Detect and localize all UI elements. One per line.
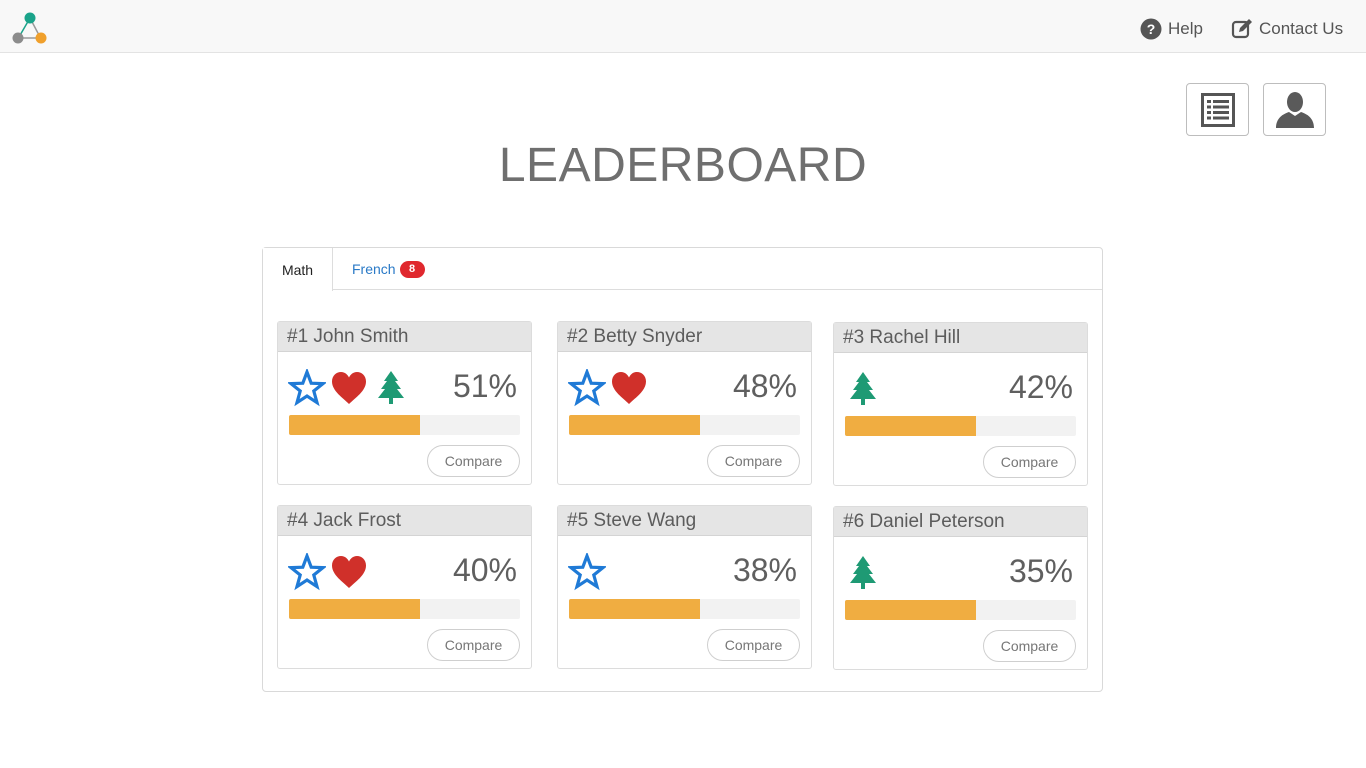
help-label: Help xyxy=(1168,19,1203,38)
user-profile-button[interactable] xyxy=(1263,83,1326,136)
compare-button[interactable]: Compare xyxy=(427,445,520,477)
progress-bar xyxy=(569,599,800,619)
tree-icon xyxy=(378,371,404,404)
notification-badge: 8 xyxy=(399,260,425,278)
star-icon xyxy=(288,553,326,591)
heart-icon xyxy=(332,556,366,588)
score-percent: 35% xyxy=(1008,553,1073,589)
player-card: #4 Jack Frost 40% Compare xyxy=(277,505,532,669)
progress-fill xyxy=(289,599,420,619)
badge-icons xyxy=(568,368,652,408)
player-name: #6 Daniel Peterson xyxy=(834,507,1087,537)
tab-french[interactable]: French 8 xyxy=(352,248,425,290)
compare-button[interactable]: Compare xyxy=(427,629,520,661)
tab-math[interactable]: Math xyxy=(263,248,333,291)
progress-fill xyxy=(569,415,700,435)
badge-icons xyxy=(568,552,610,592)
badge-icons xyxy=(844,553,886,593)
progress-fill xyxy=(845,600,976,620)
progress-bar xyxy=(845,416,1076,436)
player-card: #5 Steve Wang 38% Compare xyxy=(557,505,812,669)
help-icon: ? xyxy=(1140,18,1162,40)
badge-icons xyxy=(288,552,372,592)
compare-button[interactable]: Compare xyxy=(707,629,800,661)
player-name: #5 Steve Wang xyxy=(558,506,811,536)
edit-icon xyxy=(1231,19,1252,39)
score-percent: 51% xyxy=(452,368,517,404)
player-name: #3 Rachel Hill xyxy=(834,323,1087,353)
player-card: #1 John Smith 51% Compare xyxy=(277,321,532,485)
star-icon xyxy=(568,369,606,407)
badge-icons xyxy=(288,368,414,408)
contact-us-link[interactable]: Contact Us xyxy=(1231,17,1343,41)
score-percent: 40% xyxy=(452,552,517,588)
list-icon xyxy=(1200,92,1235,127)
progress-bar xyxy=(569,415,800,435)
badge-icons xyxy=(844,369,886,409)
tab-math-label: Math xyxy=(281,261,314,278)
help-link[interactable]: ? Help xyxy=(1140,17,1203,41)
heart-icon xyxy=(332,372,366,404)
tree-icon xyxy=(850,372,876,405)
list-view-button[interactable] xyxy=(1186,83,1249,136)
player-card: #6 Daniel Peterson 35% Compare xyxy=(833,506,1088,670)
subject-tabs: Math French 8 xyxy=(263,248,1102,291)
player-card: #3 Rachel Hill 42% Compare xyxy=(833,322,1088,486)
progress-fill xyxy=(845,416,976,436)
progress-bar xyxy=(289,599,520,619)
heart-icon xyxy=(612,372,646,404)
player-name: #1 John Smith xyxy=(278,322,531,352)
compare-button[interactable]: Compare xyxy=(707,445,800,477)
player-name: #2 Betty Snyder xyxy=(558,322,811,352)
compare-button[interactable]: Compare xyxy=(983,446,1076,478)
compare-button[interactable]: Compare xyxy=(983,630,1076,662)
player-card: #2 Betty Snyder 48% Compare xyxy=(557,321,812,485)
progress-fill xyxy=(289,415,420,435)
score-percent: 42% xyxy=(1008,369,1073,405)
tree-icon xyxy=(850,556,876,589)
logo-icon[interactable] xyxy=(10,10,50,46)
user-icon xyxy=(1275,91,1314,128)
player-name: #4 Jack Frost xyxy=(278,506,531,536)
progress-bar xyxy=(845,600,1076,620)
score-percent: 48% xyxy=(732,368,797,404)
top-navbar: ? Help Contact Us xyxy=(0,0,1366,53)
progress-bar xyxy=(289,415,520,435)
star-icon xyxy=(568,553,606,591)
progress-fill xyxy=(569,599,700,619)
star-icon xyxy=(288,369,326,407)
contact-us-label: Contact Us xyxy=(1259,19,1344,38)
svg-text:?: ? xyxy=(1147,21,1156,37)
score-percent: 38% xyxy=(732,552,797,588)
tab-french-label: French xyxy=(352,261,396,277)
page-title: LEADERBOARD xyxy=(498,139,868,192)
